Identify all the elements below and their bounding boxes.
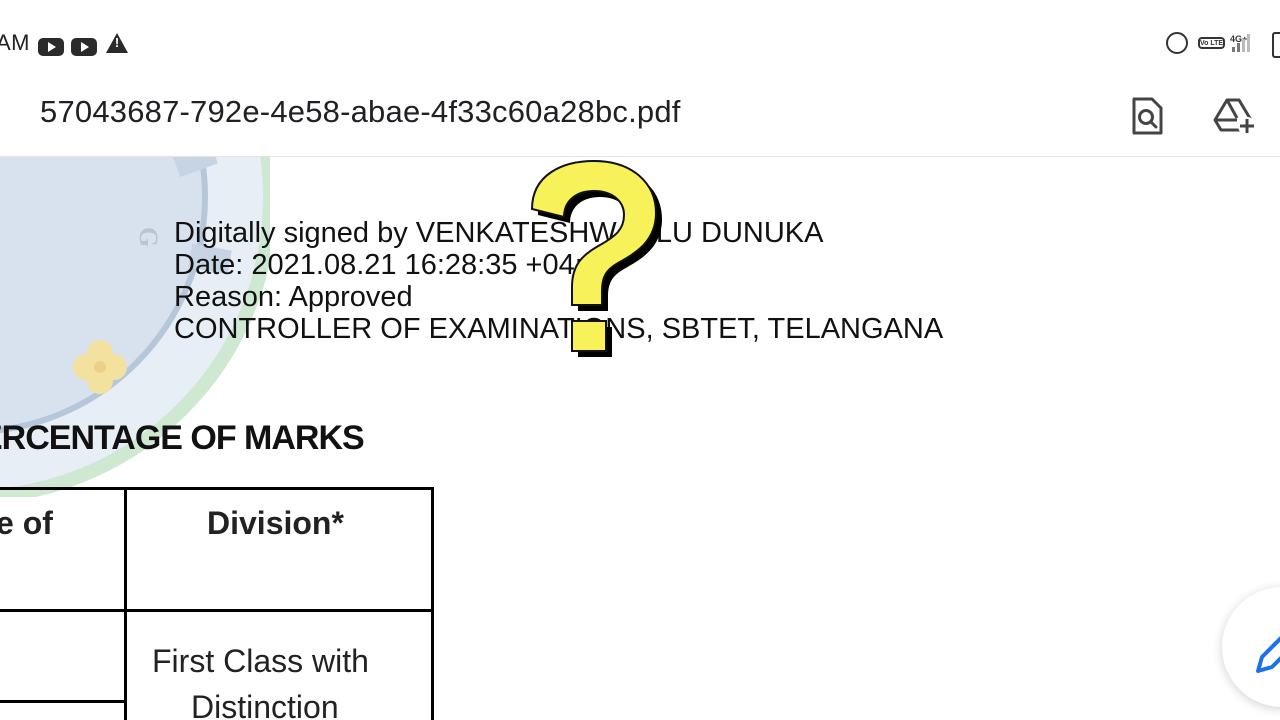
find-in-page-button[interactable] [1123,92,1171,140]
add-to-drive-icon [1213,98,1256,135]
youtube-icon [38,30,64,56]
edit-pencil-icon [1256,636,1280,673]
file-name-title: 57043687-792e-4e58-abae-4f33c60a28bc.pdf [40,94,681,129]
pdf-toolbar: 57043687-792e-4e58-abae-4f33c60a28bc.pdf [0,86,1280,157]
marks-table: e of Division* First Class with Distinct… [0,487,434,720]
battery-icon [1272,32,1280,58]
status-time: AM [0,30,30,55]
signal-icon [1232,34,1250,52]
alarm-icon [1166,32,1188,54]
table-cell-division-line1: First Class with [152,643,369,679]
section-heading: ERCENTAGE OF MARKS [0,419,365,457]
add-to-drive-button[interactable] [1211,92,1259,140]
youtube-icon [71,30,97,56]
pdf-page[interactable]: N G Digitally signed by VENKATESHWARLU D… [0,157,1280,720]
edit-fab-button[interactable] [1222,587,1280,707]
table-header-division: Division* [207,505,344,541]
question-mark-icon [530,159,662,357]
status-bar: AM ! Vo LTE 4G+ [0,0,1280,86]
table-cell-division-line2: Distinction [191,689,339,720]
volte-icon: Vo LTE [1198,32,1226,50]
table-header-percentage: e of [0,505,53,541]
svg-text:G: G [134,227,163,247]
find-in-page-icon [1132,97,1163,135]
